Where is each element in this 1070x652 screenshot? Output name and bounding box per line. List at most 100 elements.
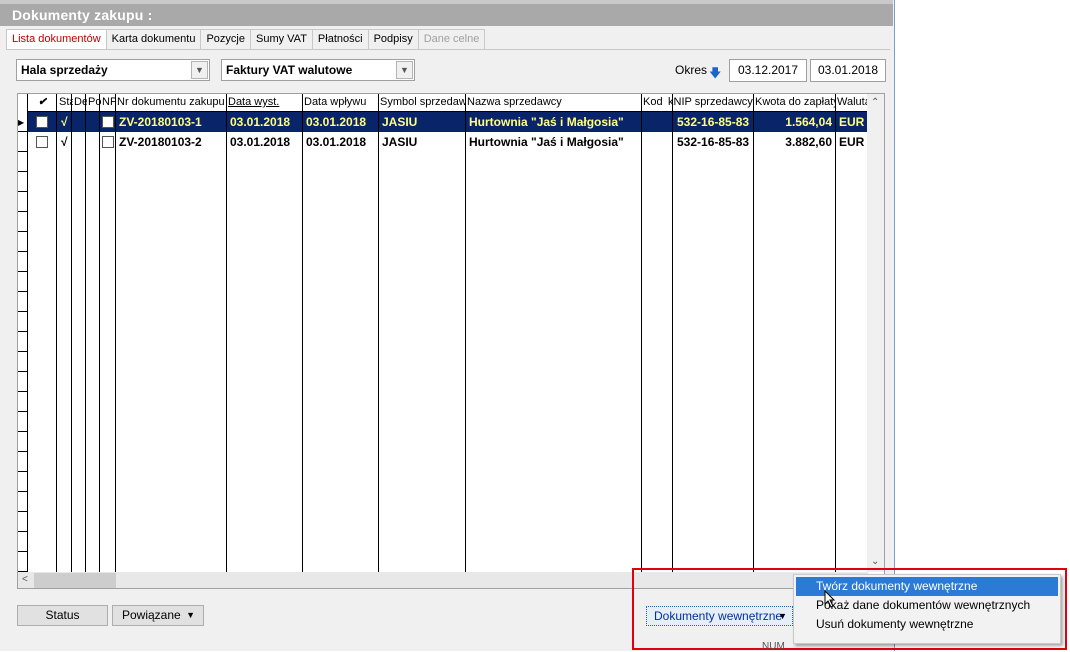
scroll-left-icon[interactable]: < bbox=[22, 574, 28, 585]
col-header-check[interactable]: ✔ bbox=[37, 94, 47, 111]
nr-cell: ZV-20180103-2 bbox=[119, 135, 202, 149]
main-window: Dokumenty zakupu : Lista dokumentów Kart… bbox=[0, 0, 895, 651]
tab-lista-dokumentow[interactable]: Lista dokumentów bbox=[6, 29, 107, 50]
nr-cell: ZV-20180103-1 bbox=[119, 115, 202, 129]
tab-panel-border bbox=[6, 49, 890, 51]
row-header-tick bbox=[18, 431, 27, 432]
col-header-data-wplywu[interactable]: Data wpływu bbox=[303, 94, 378, 111]
row-header-tick bbox=[18, 351, 27, 352]
documents-table: ✔ Sta De Po NP Nr dokumentu zakupu Data … bbox=[17, 93, 885, 589]
num-lock-indicator: NUM bbox=[762, 641, 785, 652]
row-header-tick bbox=[18, 211, 27, 212]
tab-pozycje[interactable]: Pozycje bbox=[200, 29, 251, 49]
chevron-down-icon[interactable]: ▼ bbox=[396, 61, 413, 79]
arrow-down-icon[interactable]: 🡇 bbox=[709, 64, 721, 85]
row-header-tick bbox=[18, 511, 27, 512]
data-wyst-cell: 03.01.2018 bbox=[230, 135, 291, 149]
data-wyst-cell: 03.01.2018 bbox=[230, 115, 291, 129]
column-divider bbox=[641, 94, 642, 572]
tab-karta-dokumentu[interactable]: Karta dokumentu bbox=[105, 29, 202, 49]
column-divider bbox=[753, 94, 754, 572]
tab-strip: Lista dokumentów Karta dokumentu Pozycje… bbox=[6, 29, 486, 50]
kwota-cell: 1.564,04 bbox=[785, 115, 832, 129]
col-header-nazwa[interactable]: Nazwa sprzedawcy bbox=[466, 94, 641, 111]
row-header-tick bbox=[18, 551, 27, 552]
col-header-waluta[interactable]: Waluta bbox=[836, 94, 868, 111]
table-row[interactable]: √ ZV-20180103-1 03.01.2018 03.01.2018 JA… bbox=[28, 112, 868, 132]
col-header-symbol[interactable]: Symbol sprzedawcy bbox=[379, 94, 466, 111]
data-wplywu-cell: 03.01.2018 bbox=[306, 135, 367, 149]
date-from-field[interactable]: 03.12.2017 bbox=[729, 59, 807, 82]
scroll-up-icon[interactable]: ⌃ bbox=[871, 97, 879, 108]
doc-type-select[interactable]: Faktury VAT walutowe ▼ bbox=[221, 59, 415, 81]
col-header-nip[interactable]: kNIP sprzedawcy bbox=[667, 94, 753, 111]
waluta-cell: EUR bbox=[839, 115, 865, 129]
horizontal-scroll-thumb[interactable] bbox=[34, 573, 116, 588]
row-header-tick bbox=[18, 271, 27, 272]
column-divider bbox=[465, 94, 466, 572]
menu-item-usun[interactable]: Usuń dokumenty wewnętrzne bbox=[796, 615, 1058, 634]
powiazane-label: Powiązane bbox=[122, 608, 181, 622]
row-header-tick bbox=[18, 451, 27, 452]
location-select-value: Hala sprzedaży bbox=[21, 63, 108, 77]
nip-cell: 532-16-85-83 bbox=[677, 135, 750, 149]
row-checkbox[interactable] bbox=[36, 116, 48, 128]
row-header-tick bbox=[18, 191, 27, 192]
tab-dane-celne: Dane celne bbox=[417, 29, 486, 49]
column-divider bbox=[835, 94, 836, 572]
dropdown-arrow-icon: ▼ bbox=[186, 610, 195, 620]
vertical-scrollbar[interactable]: ⌃ ⌄ bbox=[867, 94, 884, 572]
row-header-tick bbox=[18, 311, 27, 312]
column-divider bbox=[226, 94, 227, 572]
row-header-tick bbox=[18, 331, 27, 332]
column-divider bbox=[115, 94, 116, 572]
powiazane-button[interactable]: Powiązane ▼ bbox=[112, 605, 204, 626]
nazwa-cell: Hurtownia "Jaś i Małgosia" bbox=[469, 115, 624, 129]
window-title: Dokumenty zakupu : bbox=[0, 4, 893, 26]
row-header-tick bbox=[18, 131, 27, 132]
mouse-cursor-icon bbox=[824, 590, 836, 608]
row-header-tick bbox=[18, 391, 27, 392]
chevron-down-icon[interactable]: ▼ bbox=[191, 61, 208, 79]
current-row-indicator-icon: ▶ bbox=[18, 118, 25, 127]
row-header-tick bbox=[18, 471, 27, 472]
col-header-data-wyst[interactable]: Data wyst. bbox=[227, 94, 302, 111]
kod-cell bbox=[642, 132, 672, 152]
column-divider bbox=[302, 94, 303, 572]
row-header-tick bbox=[18, 371, 27, 372]
np-checkbox[interactable] bbox=[102, 116, 114, 128]
column-divider bbox=[85, 94, 86, 572]
scroll-down-icon[interactable]: ⌄ bbox=[871, 556, 879, 567]
column-divider bbox=[99, 94, 100, 572]
context-menu: Twórz dokumenty wewnętrzne Pokaż dane do… bbox=[793, 574, 1061, 644]
symbol-cell: JASIU bbox=[382, 135, 418, 149]
row-header-tick bbox=[18, 231, 27, 232]
row-header-column bbox=[18, 94, 28, 572]
doc-type-select-value: Faktury VAT walutowe bbox=[226, 63, 353, 77]
table-row[interactable]: √ ZV-20180103-2 03.01.2018 03.01.2018 JA… bbox=[28, 132, 868, 152]
date-to-field[interactable]: 03.01.2018 bbox=[810, 59, 886, 82]
status-button[interactable]: Status bbox=[17, 605, 108, 626]
column-divider bbox=[378, 94, 379, 572]
row-header-tick bbox=[18, 251, 27, 252]
kod-cell bbox=[642, 112, 672, 132]
tab-podpisy[interactable]: Podpisy bbox=[367, 29, 419, 49]
np-checkbox[interactable] bbox=[102, 136, 114, 148]
nazwa-cell: Hurtownia "Jaś i Małgosia" bbox=[469, 135, 624, 149]
tab-sumy-vat[interactable]: Sumy VAT bbox=[249, 29, 313, 49]
row-header-tick bbox=[18, 171, 27, 172]
tab-platnosci[interactable]: Płatności bbox=[311, 29, 369, 49]
location-select[interactable]: Hala sprzedaży ▼ bbox=[16, 59, 210, 81]
data-wplywu-cell: 03.01.2018 bbox=[306, 115, 367, 129]
okres-label: Okres bbox=[675, 63, 708, 77]
row-checkbox[interactable] bbox=[36, 136, 48, 148]
kwota-cell: 3.882,60 bbox=[785, 135, 832, 149]
col-header-nr-dokumentu[interactable]: Nr dokumentu zakupu bbox=[116, 94, 226, 111]
nip-cell: 532-16-85-83 bbox=[677, 115, 750, 129]
col-header-kwota[interactable]: Kwota do zapłaty bbox=[754, 94, 835, 111]
col-header-np[interactable]: NP bbox=[101, 94, 116, 111]
row-header-tick bbox=[18, 531, 27, 532]
column-divider bbox=[56, 94, 57, 572]
waluta-cell: EUR bbox=[839, 135, 865, 149]
symbol-cell: JASIU bbox=[382, 115, 418, 129]
